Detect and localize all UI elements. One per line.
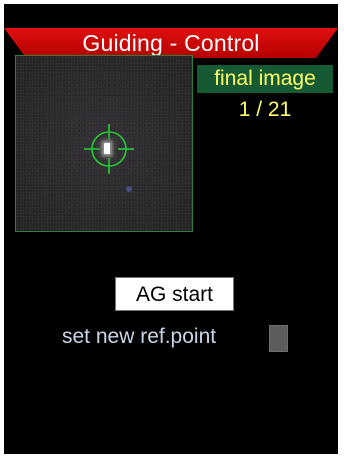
frame-counter: 1 / 21 (238, 98, 292, 121)
ref-point-toggle[interactable] (269, 325, 288, 352)
guide-star-icon (104, 143, 110, 154)
image-mode-label: final image (197, 65, 333, 93)
screen: Guiding - Control final image 1 / 21 AG … (0, 0, 344, 460)
device-display: Guiding - Control final image 1 / 21 AG … (4, 4, 338, 454)
guide-star-preview (15, 55, 193, 232)
page-title: Guiding - Control (82, 30, 260, 56)
ref-point-label: set new ref.point (62, 325, 217, 348)
title-bar: Guiding - Control (4, 28, 338, 58)
ag-start-button[interactable]: AG start (115, 277, 234, 311)
